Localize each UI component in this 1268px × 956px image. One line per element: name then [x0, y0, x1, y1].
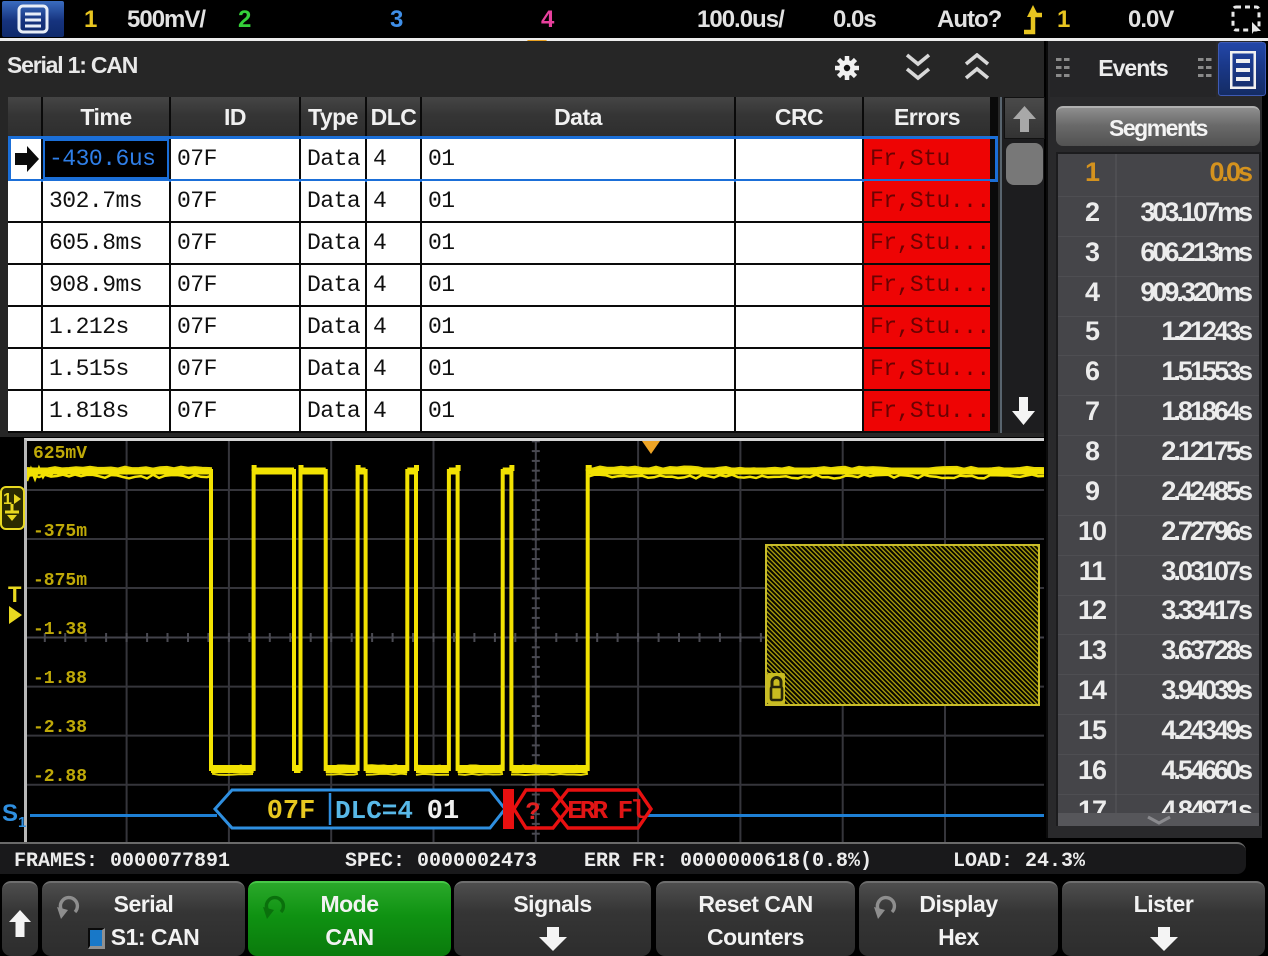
- svg-text:-875m: -875m: [33, 571, 87, 591]
- svg-text:-1.38: -1.38: [33, 620, 87, 640]
- svg-text:ERR Fl: ERR Fl: [567, 796, 645, 826]
- svg-text:-375m: -375m: [33, 522, 87, 542]
- svg-text:-2.38: -2.38: [33, 718, 87, 738]
- svg-text:07F: 07F: [267, 797, 316, 827]
- svg-text:625mV: 625mV: [33, 444, 87, 464]
- svg-text:DLC=4: DLC=4: [335, 796, 413, 826]
- svg-text:-2.88: -2.88: [33, 767, 87, 787]
- svg-text:-1.88: -1.88: [33, 669, 87, 689]
- svg-text:?: ?: [525, 798, 540, 827]
- svg-text:01: 01: [427, 797, 459, 827]
